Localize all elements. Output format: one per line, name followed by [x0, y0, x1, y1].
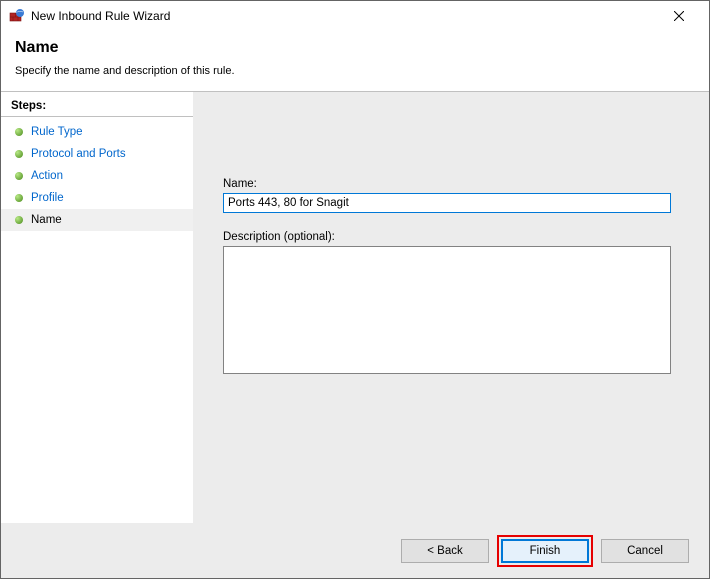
- bullet-icon: [15, 172, 23, 180]
- name-field-group: Name:: [223, 178, 671, 213]
- close-button[interactable]: [656, 2, 701, 30]
- cancel-button[interactable]: Cancel: [601, 539, 689, 563]
- description-textarea[interactable]: [223, 246, 671, 374]
- bullet-icon: [15, 150, 23, 158]
- wizard-button-row: < Back Finish Cancel: [1, 523, 709, 578]
- bullet-icon: [15, 128, 23, 136]
- firewall-icon: [9, 8, 25, 24]
- step-profile[interactable]: Profile: [1, 187, 193, 209]
- step-label: Protocol and Ports: [31, 148, 126, 160]
- step-rule-type[interactable]: Rule Type: [1, 121, 193, 143]
- steps-heading: Steps:: [1, 98, 193, 117]
- steps-sidebar: Steps: Rule Type Protocol and Ports Acti…: [1, 92, 193, 527]
- step-label: Action: [31, 170, 63, 182]
- name-label: Name:: [223, 178, 671, 190]
- bullet-icon: [15, 216, 23, 224]
- name-input[interactable]: [223, 193, 671, 213]
- description-field-group: Description (optional):: [223, 231, 671, 377]
- page-header: Name Specify the name and description of…: [1, 31, 709, 91]
- body-area: Steps: Rule Type Protocol and Ports Acti…: [1, 92, 709, 527]
- titlebar: New Inbound Rule Wizard: [1, 1, 709, 31]
- step-label: Profile: [31, 192, 64, 204]
- description-label: Description (optional):: [223, 231, 671, 243]
- finish-button[interactable]: Finish: [501, 539, 589, 563]
- step-protocol-and-ports[interactable]: Protocol and Ports: [1, 143, 193, 165]
- step-label: Name: [31, 214, 62, 226]
- window-title: New Inbound Rule Wizard: [31, 9, 170, 23]
- main-panel: Name: Description (optional):: [193, 92, 709, 527]
- step-label: Rule Type: [31, 126, 83, 138]
- step-name[interactable]: Name: [1, 209, 193, 231]
- page-title: Name: [15, 39, 695, 57]
- bullet-icon: [15, 194, 23, 202]
- back-button[interactable]: < Back: [401, 539, 489, 563]
- page-subtitle: Specify the name and description of this…: [15, 65, 695, 77]
- close-icon: [674, 11, 684, 21]
- finish-highlight: Finish: [497, 535, 593, 567]
- step-action[interactable]: Action: [1, 165, 193, 187]
